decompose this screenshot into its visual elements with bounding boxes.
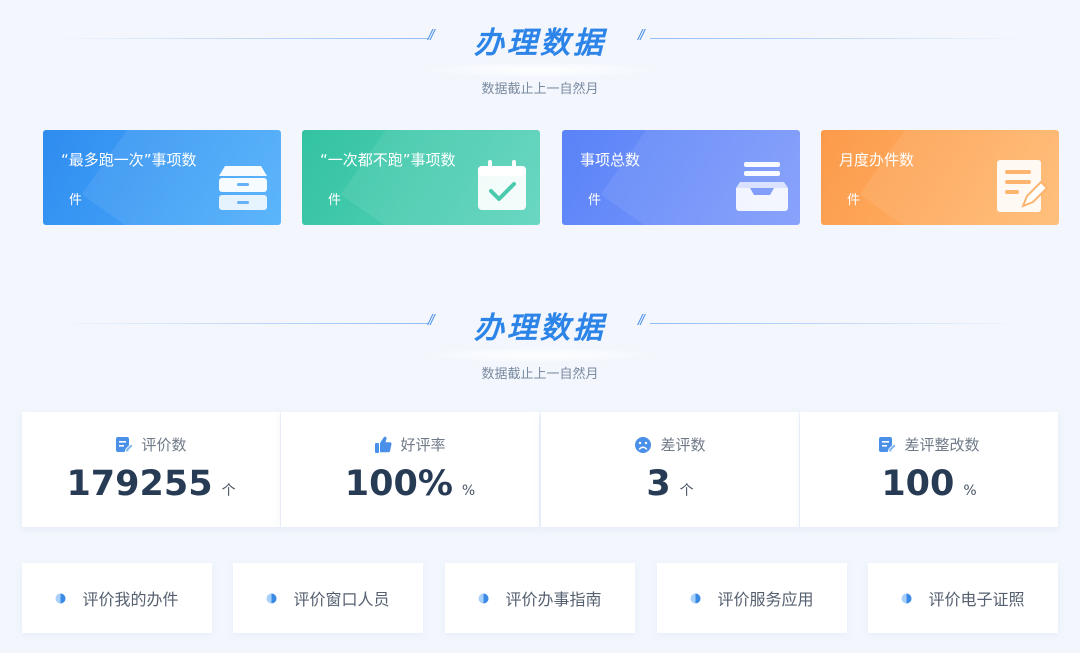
pie-dot-icon (901, 593, 912, 603)
title-glow (420, 62, 660, 78)
stat-value: 100% (344, 464, 453, 504)
stat-positive-rate: 好评率 100% % (281, 412, 539, 527)
stat-evaluation-count: 评价数 179255 个 (22, 412, 280, 527)
pie-dot-icon (55, 593, 66, 603)
thumbs-up-icon (375, 436, 393, 453)
card-label: 事项总数 (580, 151, 641, 169)
button-label: 评价服务应用 (717, 590, 814, 609)
evaluate-service-guide-button[interactable]: 评价办事指南 (445, 563, 635, 633)
stat-unit: 个 (679, 483, 694, 499)
decor-slash-icon: // (638, 28, 645, 43)
stat-value: 179255 (66, 464, 213, 504)
stat-value: 3 (646, 464, 671, 504)
card-label: “最多跑一次”事项数 (61, 151, 197, 169)
stat-negative-count: 差评数 3 个 (541, 412, 799, 527)
stat-negative-rectified: 差评整改数 100 % (800, 412, 1058, 527)
evaluate-my-cases-button[interactable]: 评价我的办件 (22, 563, 212, 633)
calendar-check-icon (478, 160, 526, 210)
stat-unit: % (963, 483, 977, 499)
note-edit-icon (116, 436, 134, 453)
card-unit: 件 (69, 193, 83, 208)
card-label: “一次都不跑”事项数 (320, 151, 456, 169)
button-label: 评价窗口人员 (293, 590, 390, 609)
section-header-1: // 办理数据 // 数据截止上一自然月 (0, 0, 1080, 97)
stat-label: 差评数 (660, 436, 706, 454)
evaluate-window-staff-button[interactable]: 评价窗口人员 (233, 563, 423, 633)
card-unit: 件 (847, 193, 861, 208)
section-subtitle: 数据截止上一自然月 (481, 82, 599, 97)
sad-face-icon (635, 436, 652, 453)
button-label: 评价我的办件 (82, 590, 179, 609)
evaluate-service-app-button[interactable]: 评价服务应用 (657, 563, 847, 633)
stat-value: 100 (881, 464, 955, 504)
section-header-2: // 办理数据 // 数据截止上一自然月 (0, 285, 1080, 382)
card-most-once-items[interactable]: “最多跑一次”事项数 件 (43, 130, 281, 225)
stat-unit: % (461, 483, 476, 499)
decor-line-right (650, 38, 1030, 39)
stat-label: 评价数 (141, 436, 187, 454)
decor-line-right (650, 323, 1030, 324)
decor-slash-icon: // (638, 313, 645, 328)
document-edit-icon (997, 160, 1049, 212)
card-unit: 件 (328, 193, 342, 208)
section-subtitle: 数据截止上一自然月 (481, 367, 599, 382)
title-glow (420, 347, 660, 363)
card-label: 月度办件数 (839, 151, 915, 169)
section-title: 办理数据 (474, 311, 606, 346)
inbox-tray-icon (736, 162, 788, 211)
note-edit-icon (879, 436, 897, 453)
button-label: 评价办事指南 (505, 590, 602, 609)
cabinet-icon (219, 166, 267, 210)
card-zero-trip-items[interactable]: “一次都不跑”事项数 件 (302, 130, 540, 225)
pie-dot-icon (478, 593, 489, 603)
evaluate-e-license-button[interactable]: 评价电子证照 (868, 563, 1058, 633)
stat-label: 好评率 (400, 436, 446, 454)
card-unit: 件 (588, 193, 602, 208)
pie-dot-icon (690, 593, 701, 603)
card-monthly-cases[interactable]: 月度办件数 件 (821, 130, 1059, 225)
stat-label: 差评整改数 (904, 436, 980, 454)
card-total-items[interactable]: 事项总数 件 (562, 130, 800, 225)
pie-dot-icon (266, 593, 277, 603)
section-title: 办理数据 (474, 26, 606, 61)
button-label: 评价电子证照 (928, 590, 1025, 609)
stat-unit: 个 (221, 483, 236, 499)
